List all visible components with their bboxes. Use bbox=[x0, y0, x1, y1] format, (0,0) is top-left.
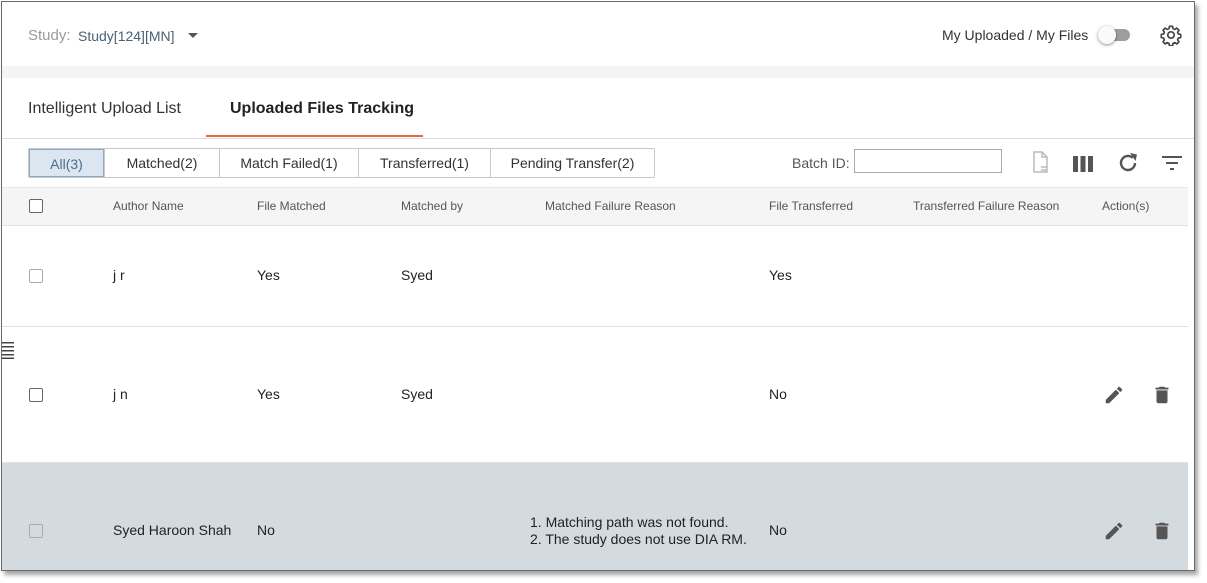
chevron-down-icon[interactable] bbox=[188, 33, 198, 38]
study-selector[interactable]: Study[124][MN] bbox=[78, 28, 175, 44]
row-checkbox[interactable] bbox=[29, 269, 43, 283]
matched-failure-reason-cell: 1. Matching path was not found. 2. The s… bbox=[530, 514, 747, 548]
column-header-author-name[interactable]: Author Name bbox=[113, 199, 184, 213]
author-name-cell: j n bbox=[113, 386, 128, 402]
file-matched-cell: Yes bbox=[257, 267, 280, 283]
edit-icon[interactable] bbox=[1103, 520, 1125, 542]
my-files-toggle[interactable] bbox=[1098, 26, 1132, 44]
columns-icon[interactable] bbox=[1071, 152, 1095, 176]
select-all-checkbox[interactable] bbox=[29, 199, 43, 213]
active-tab-indicator bbox=[206, 135, 423, 137]
column-header-matched-by[interactable]: Matched by bbox=[401, 199, 463, 213]
row-checkbox[interactable] bbox=[29, 524, 43, 538]
table-header: Author Name File Matched Matched by Matc… bbox=[2, 187, 1188, 226]
filter-matched[interactable]: Matched(2) bbox=[104, 149, 219, 177]
filter-transferred[interactable]: Transferred(1) bbox=[358, 149, 490, 177]
refresh-icon[interactable] bbox=[1116, 151, 1140, 175]
file-export-icon[interactable] bbox=[1028, 150, 1052, 174]
failure-reason-line: 2. The study does not use DIA RM. bbox=[530, 531, 747, 547]
gear-icon[interactable] bbox=[1160, 24, 1182, 46]
batch-id-input[interactable] bbox=[854, 149, 1002, 173]
filter-all[interactable]: All(3) bbox=[29, 149, 104, 177]
table-row[interactable]: j n Yes Syed No bbox=[2, 327, 1188, 463]
table-row[interactable]: Syed Haroon Shah No 1. Matching path was… bbox=[2, 463, 1188, 570]
app-window: Study: Study[124][MN] My Uploaded / My F… bbox=[1, 1, 1195, 571]
matched-by-cell: Syed bbox=[401, 267, 433, 283]
file-transferred-cell: No bbox=[769, 386, 787, 402]
filter-match-failed[interactable]: Match Failed(1) bbox=[219, 149, 358, 177]
drag-handle-icon[interactable] bbox=[2, 341, 14, 359]
file-transferred-cell: Yes bbox=[769, 267, 792, 283]
edit-icon[interactable] bbox=[1103, 384, 1125, 406]
column-header-file-matched[interactable]: File Matched bbox=[257, 199, 326, 213]
header-divider bbox=[2, 66, 1194, 78]
top-bar: Study: Study[124][MN] My Uploaded / My F… bbox=[2, 2, 1194, 68]
study-label: Study: bbox=[28, 27, 71, 44]
author-name-cell: j r bbox=[113, 267, 125, 283]
toggle-knob bbox=[1098, 26, 1116, 44]
table-row[interactable]: j r Yes Syed Yes bbox=[2, 225, 1188, 327]
delete-icon[interactable] bbox=[1151, 520, 1173, 542]
status-filter-group: All(3) Matched(2) Match Failed(1) Transf… bbox=[28, 148, 655, 178]
filter-pending-transfer[interactable]: Pending Transfer(2) bbox=[490, 149, 654, 177]
delete-icon[interactable] bbox=[1151, 384, 1173, 406]
tab-intelligent-upload-list[interactable]: Intelligent Upload List bbox=[28, 100, 181, 118]
column-header-actions: Action(s) bbox=[1102, 199, 1150, 213]
batch-id-label: Batch ID: bbox=[792, 155, 850, 171]
author-name-cell: Syed Haroon Shah bbox=[113, 522, 232, 538]
filter-icon[interactable] bbox=[1160, 151, 1184, 175]
column-header-matched-failure-reason[interactable]: Matched Failure Reason bbox=[545, 199, 676, 213]
column-header-file-transferred[interactable]: File Transferred bbox=[769, 199, 853, 213]
row-checkbox[interactable] bbox=[29, 388, 43, 402]
column-header-transferred-failure-reason[interactable]: Transferred Failure Reason bbox=[913, 199, 1059, 213]
matched-by-cell: Syed bbox=[401, 386, 433, 402]
failure-reason-line: 1. Matching path was not found. bbox=[530, 514, 729, 530]
tab-uploaded-files-tracking[interactable]: Uploaded Files Tracking bbox=[230, 100, 414, 118]
tab-bar: Intelligent Upload List Uploaded Files T… bbox=[2, 78, 1194, 139]
my-files-toggle-label: My Uploaded / My Files bbox=[942, 27, 1089, 43]
file-transferred-cell: No bbox=[769, 522, 787, 538]
file-matched-cell: No bbox=[257, 522, 275, 538]
file-matched-cell: Yes bbox=[257, 386, 280, 402]
